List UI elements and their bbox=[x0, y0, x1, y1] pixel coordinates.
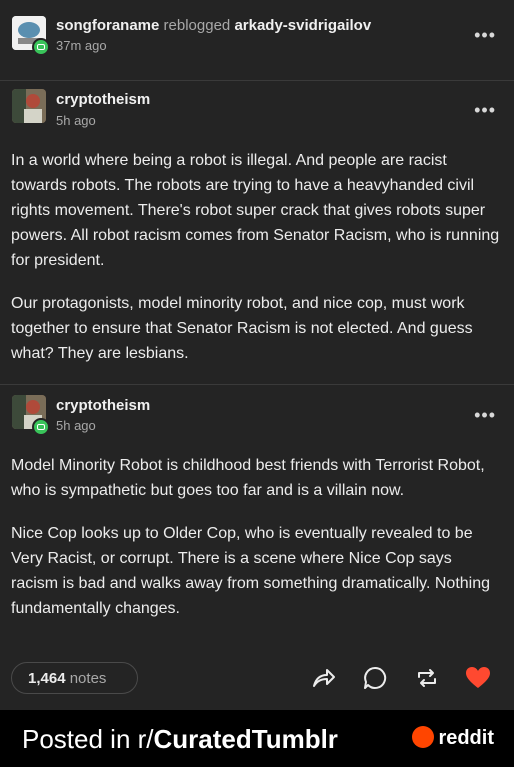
more-options-icon[interactable]: ••• bbox=[474, 406, 496, 424]
post-time: 5h ago bbox=[56, 418, 96, 433]
avatar[interactable] bbox=[12, 89, 46, 123]
reblog-badge-icon bbox=[32, 418, 50, 436]
post-time: 5h ago bbox=[56, 113, 96, 128]
reddit-brand: reddit bbox=[412, 725, 494, 750]
reblog-time: 37m ago bbox=[56, 38, 107, 53]
notes-button[interactable]: 1,464 notes bbox=[11, 662, 138, 694]
subreddit-name[interactable]: CuratedTumblr bbox=[154, 724, 338, 754]
reblog-line: songforaname reblogged arkady-svidrigail… bbox=[56, 17, 371, 34]
reply-icon[interactable] bbox=[362, 665, 388, 691]
post-username[interactable]: cryptotheism bbox=[56, 397, 150, 414]
avatar-image bbox=[12, 89, 46, 123]
post-paragraph: Nice Cop looks up to Older Cop, who is e… bbox=[11, 525, 491, 617]
post-paragraph: In a world where being a robot is illega… bbox=[11, 152, 500, 269]
banner-caption: Posted in r/CuratedTumblr bbox=[22, 724, 338, 755]
more-options-icon[interactable]: ••• bbox=[474, 26, 496, 44]
share-icon[interactable] bbox=[310, 665, 336, 691]
post-paragraph: Our protagonists, model minority robot, … bbox=[11, 295, 473, 362]
source-username[interactable]: arkady-svidrigailov bbox=[234, 17, 371, 34]
reddit-wordmark: reddit bbox=[438, 727, 494, 749]
reblog-badge-icon bbox=[32, 38, 50, 56]
notes-count: 1,464 bbox=[28, 670, 66, 687]
post-2: cryptotheism 5h ago ••• Model Minority R… bbox=[0, 385, 514, 645]
more-options-icon[interactable]: ••• bbox=[474, 101, 496, 119]
post-username[interactable]: cryptotheism bbox=[56, 91, 150, 108]
reblogger-username[interactable]: songforaname bbox=[56, 17, 159, 34]
like-icon[interactable] bbox=[465, 665, 491, 691]
post-paragraph: Model Minority Robot is childhood best f… bbox=[11, 457, 485, 499]
reblog-header: songforaname reblogged arkady-svidrigail… bbox=[0, 0, 514, 81]
post-1: cryptotheism 5h ago ••• In a world where… bbox=[0, 81, 514, 385]
reddit-banner: Posted in r/CuratedTumblr reddit bbox=[0, 710, 514, 767]
banner-prefix: Posted in r/ bbox=[22, 724, 154, 754]
reblog-icon[interactable] bbox=[414, 665, 440, 691]
reblog-action: reblogged bbox=[163, 17, 231, 34]
reddit-logo-icon bbox=[412, 725, 435, 748]
notes-label: notes bbox=[69, 670, 107, 687]
